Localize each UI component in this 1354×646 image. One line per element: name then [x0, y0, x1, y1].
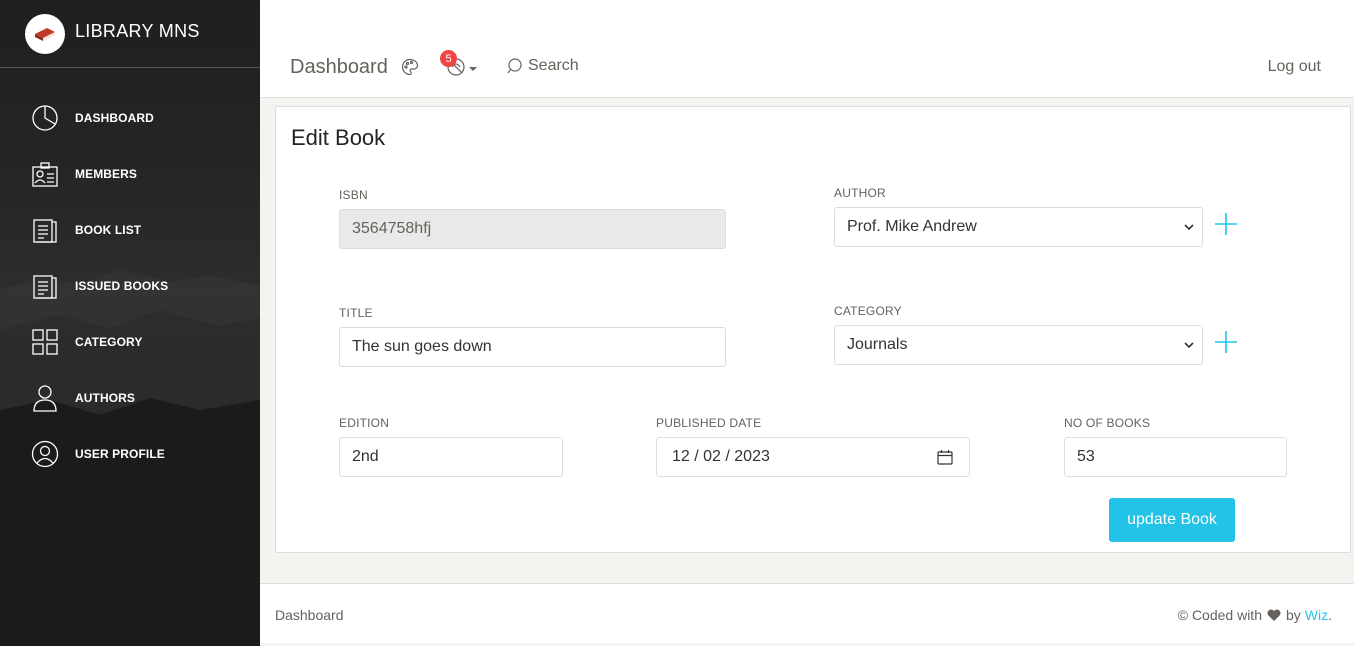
book-logo-icon	[25, 13, 65, 54]
isbn-field-group: ISBN 3564758hfj	[339, 188, 726, 249]
edition-input[interactable]: 2nd	[339, 437, 563, 477]
document-icon	[31, 272, 59, 300]
app-title: LIBRARY MNS	[75, 21, 200, 41]
copies-input[interactable]: 53	[1064, 437, 1287, 477]
search-link[interactable]: Search	[507, 57, 579, 75]
logout-link[interactable]: Log out	[1268, 58, 1321, 76]
copies-label: NO OF BOOKS	[1064, 416, 1151, 430]
footer-suffix: .	[1328, 607, 1332, 623]
edit-book-card: Edit Book ISBN 3564758hfj AUTHOR Prof. M…	[275, 106, 1351, 553]
footer-credits: © Coded with by Wiz.	[1178, 607, 1332, 623]
published-date-input[interactable]: 12 / 02 / 2023	[656, 437, 970, 477]
chevron-down-icon	[1184, 224, 1194, 231]
author-select-value: Prof. Mike Andrew	[847, 218, 977, 235]
heart-icon	[1267, 609, 1281, 621]
category-select-value: Journals	[847, 336, 908, 353]
author-label: AUTHOR	[834, 186, 886, 200]
footer-prefix: © Coded with	[1177, 607, 1262, 623]
user-icon	[31, 384, 59, 412]
sidebar-item-user-profile[interactable]: USER PROFILE	[0, 426, 260, 482]
title-field-group: TITLE The sun goes down	[339, 306, 726, 367]
update-book-button[interactable]: update Book	[1109, 498, 1235, 542]
sidebar-nav: DASHBOARD MEMBERS BOOK LIST ISSUED BOOKS…	[0, 68, 260, 482]
sidebar-item-dashboard[interactable]: DASHBOARD	[0, 90, 260, 146]
sidebar-item-label: MEMBERS	[75, 167, 138, 181]
sidebar-item-authors[interactable]: AUTHORS	[0, 370, 260, 426]
published-date-label: PUBLISHED DATE	[656, 416, 762, 430]
top-navbar: Dashboard 5 Search Log out	[260, 0, 1354, 98]
document-icon	[31, 216, 59, 244]
search-icon	[507, 57, 522, 73]
id-badge-icon	[31, 160, 59, 188]
sidebar-item-category[interactable]: CATEGORY	[0, 314, 260, 370]
isbn-input[interactable]: 3564758hfj	[339, 209, 726, 249]
title-label: TITLE	[339, 306, 373, 320]
sidebar: LIBRARY MNS DASHBOARD MEMBERS BOOK LIST …	[0, 0, 260, 646]
published-date-value: 12 / 02 / 2023	[672, 448, 770, 465]
pie-chart-icon	[31, 104, 59, 132]
sidebar-item-issued-books[interactable]: ISSUED BOOKS	[0, 258, 260, 314]
notification-badge: 5	[440, 50, 457, 67]
sidebar-item-label: DASHBOARD	[75, 111, 154, 125]
copies-field-group: NO OF BOOKS 53	[1064, 416, 1287, 477]
sidebar-item-label: ISSUED BOOKS	[75, 279, 169, 293]
sidebar-brand[interactable]: LIBRARY MNS	[0, 0, 260, 68]
isbn-label: ISBN	[339, 188, 368, 202]
sidebar-item-label: CATEGORY	[75, 335, 143, 349]
sidebar-item-label: AUTHORS	[75, 391, 136, 405]
chevron-down-icon[interactable]	[469, 67, 477, 71]
sidebar-item-label: USER PROFILE	[75, 447, 165, 461]
grid-icon	[31, 328, 59, 356]
footer-dashboard-link[interactable]: Dashboard	[275, 607, 344, 623]
main-content: Dashboard 5 Search Log out Edit Book ISB…	[260, 0, 1354, 646]
category-label: CATEGORY	[834, 304, 902, 318]
user-circle-icon	[31, 440, 59, 468]
card-title: Edit Book	[291, 125, 386, 150]
edition-label: EDITION	[339, 416, 390, 430]
add-category-icon[interactable]	[1215, 331, 1237, 353]
category-field-group: CATEGORY Journals	[834, 304, 1203, 365]
page-title[interactable]: Dashboard	[290, 56, 388, 79]
palette-icon[interactable]	[401, 58, 419, 81]
sidebar-item-label: BOOK LIST	[75, 223, 142, 237]
title-input[interactable]: The sun goes down	[339, 327, 726, 367]
edition-field-group: EDITION 2nd	[339, 416, 563, 477]
category-select[interactable]: Journals	[834, 325, 1203, 365]
footer-author-link[interactable]: Wiz	[1305, 607, 1328, 623]
published-date-field-group: PUBLISHED DATE 12 / 02 / 2023	[656, 416, 970, 477]
footer: Dashboard © Coded with by Wiz.	[260, 583, 1354, 643]
footer-by: by	[1285, 607, 1301, 623]
search-label: Search	[528, 57, 579, 74]
author-select[interactable]: Prof. Mike Andrew	[834, 207, 1203, 247]
calendar-icon[interactable]	[937, 449, 953, 465]
author-field-group: AUTHOR Prof. Mike Andrew	[834, 186, 1203, 247]
chevron-down-icon	[1184, 342, 1194, 349]
sidebar-item-book-list[interactable]: BOOK LIST	[0, 202, 260, 258]
sidebar-item-members[interactable]: MEMBERS	[0, 146, 260, 202]
add-author-icon[interactable]	[1215, 213, 1237, 235]
